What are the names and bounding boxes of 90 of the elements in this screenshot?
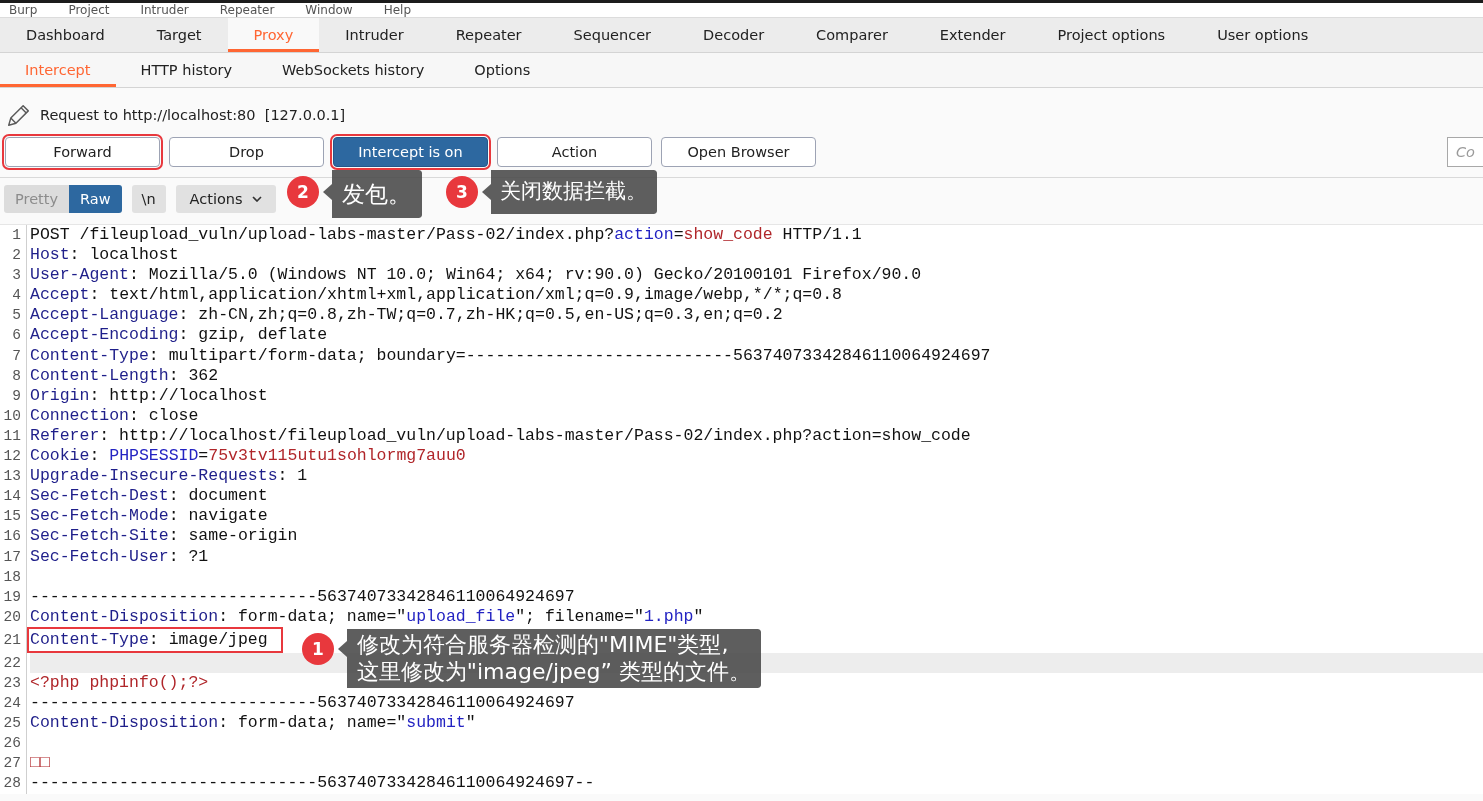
code-line: Origin: http://localhost	[30, 385, 268, 406]
code-line: Cookie: PHPSESSID=75v3tv115utu1sohlormg7auu0	[30, 446, 466, 467]
code-line: Content-Disposition: form-data; name="upload_file"; filename="1.php"	[30, 606, 704, 627]
tab[interactable]: Project options	[1031, 18, 1192, 52]
toolbar-button[interactable]: Drop	[169, 137, 324, 167]
tab[interactable]: Extender	[913, 18, 1032, 52]
line-number: 23	[0, 672, 27, 694]
line-number: 21	[0, 626, 27, 653]
line-number: 17	[0, 546, 27, 567]
tab[interactable]: WebSockets history	[257, 53, 450, 87]
code-line: Content-Type: multipart/form-data; boundary=---------------------------56374073342846110064924697	[30, 345, 991, 366]
line-number: 28	[0, 773, 27, 794]
line-number: 24	[0, 693, 27, 714]
line-number: 5	[0, 305, 27, 326]
toolbar-button[interactable]: Open Browser	[661, 137, 816, 167]
line-number: 9	[0, 385, 27, 406]
toolbar-button[interactable]: Action	[497, 137, 652, 167]
code-line: Content-Length: 362	[30, 365, 219, 386]
menu-item[interactable]: Project	[68, 3, 110, 17]
line-number: 11	[0, 425, 27, 447]
chevron-down-icon	[251, 196, 262, 202]
line-number: 18	[0, 566, 27, 587]
code-line: Host: localhost	[30, 245, 179, 266]
code-line: Upgrade-Insecure-Requests: 1	[30, 466, 308, 487]
code-line: Accept: text/html,application/xhtml+xml,application/xml;q=0.9,image/webp,*/*;q=0.8	[30, 285, 842, 306]
code-line: Connection: close	[30, 405, 199, 426]
line-number: 7	[0, 345, 27, 366]
step-badge: 3	[446, 176, 478, 208]
code-line: Accept-Language: zh-CN,zh;q=0.8,zh-TW;q=0.7,zh-HK;q=0.5,en-US;q=0.3,en;q=0.2	[30, 305, 783, 326]
code-line: -----------------------------56374073342846110064924697--	[30, 773, 595, 794]
line-number: 15	[0, 506, 27, 527]
line-number: 6	[0, 325, 27, 346]
line-number: 12	[0, 446, 27, 467]
tab[interactable]: Intruder	[319, 18, 430, 52]
callout-bubble: 发包。	[323, 170, 422, 219]
step-badge: 2	[287, 176, 319, 208]
line-number: 13	[0, 466, 27, 487]
line-number: 14	[0, 486, 27, 507]
line-number: 10	[0, 405, 27, 426]
tab[interactable]: Repeater	[429, 18, 548, 52]
view-mode-tab[interactable]: Raw	[69, 185, 122, 213]
tab[interactable]: Dashboard	[0, 18, 131, 52]
tab[interactable]: Comparer	[790, 18, 914, 52]
tab[interactable]: User options	[1191, 18, 1335, 52]
code-line: □□	[30, 753, 50, 774]
tab[interactable]: Target	[130, 18, 228, 52]
toggle-button[interactable]: \n	[131, 185, 166, 213]
code-line: -----------------------------56374073342846110064924697	[30, 693, 575, 714]
code-line: Referer: http://localhost/fileupload_vuln/upload-labs-master/Pass-02/index.php?action=show_code	[30, 425, 971, 447]
code-line: Sec-Fetch-Site: same-origin	[30, 526, 298, 547]
code-line: User-Agent: Mozilla/5.0 (Windows NT 10.0; Win64; x64; rv:90.0) Gecko/20100101 Firefox/90.0	[30, 265, 922, 286]
callout-bubble: 修改为符合服务器检测的"MIME"类型, 这里修改为"image/jpeg” 类型的文件。	[337, 628, 761, 689]
line-number: 4	[0, 285, 27, 306]
line-number: 27	[0, 753, 27, 774]
line-number: 19	[0, 586, 27, 607]
menu-item[interactable]: Repeater	[219, 3, 275, 17]
step-badge: 1	[301, 632, 334, 665]
line-number: 2	[0, 245, 27, 266]
toolbar-button[interactable]: Intercept is on	[333, 137, 488, 167]
tab[interactable]: Decoder	[677, 18, 791, 52]
code-line: <?php phpinfo();?>	[30, 672, 209, 694]
pencil-icon	[8, 104, 29, 126]
line-number: 16	[0, 526, 27, 547]
code-line: Sec-Fetch-Mode: navigate	[30, 506, 268, 527]
menu-item[interactable]: Window	[305, 3, 353, 17]
tab[interactable]: Options	[449, 53, 556, 87]
line-number: 1	[0, 225, 27, 246]
line-number: 20	[0, 606, 27, 627]
request-info: Request to http://localhost:80 [127.0.0.1]	[40, 107, 346, 123]
menu-item[interactable]: Help	[383, 3, 412, 17]
code-line: Content-Disposition: form-data; name="submit"	[30, 713, 476, 734]
tab[interactable]: HTTP history	[115, 53, 258, 87]
code-line: -----------------------------56374073342846110064924697	[30, 586, 575, 607]
menu-item[interactable]: Intruder	[140, 3, 189, 17]
toolbar-button[interactable]: Forward	[5, 137, 160, 167]
code-line: Accept-Encoding: gzip, deflate	[30, 325, 328, 346]
code-line: Content-Type: image/jpeg	[27, 626, 283, 653]
line-number: 26	[0, 733, 27, 754]
line-number: 25	[0, 713, 27, 734]
line-number: 8	[0, 365, 27, 386]
code-line: Sec-Fetch-Dest: document	[30, 486, 268, 507]
line-number: 22	[0, 652, 27, 673]
code-line: POST /fileupload_vuln/upload-labs-master/Pass-02/index.php?action=show_code HTTP/1.1	[30, 225, 862, 246]
tab[interactable]: Sequencer	[547, 18, 678, 52]
actions-dropdown[interactable]: Actions	[175, 185, 276, 213]
code-line: Sec-Fetch-User: ?1	[30, 546, 209, 567]
line-number: 3	[0, 265, 27, 286]
text-field[interactable]: Co	[1447, 137, 1483, 167]
callout-bubble: 关闭数据拦截。	[482, 170, 657, 215]
menu-item[interactable]: Burp	[9, 3, 38, 17]
